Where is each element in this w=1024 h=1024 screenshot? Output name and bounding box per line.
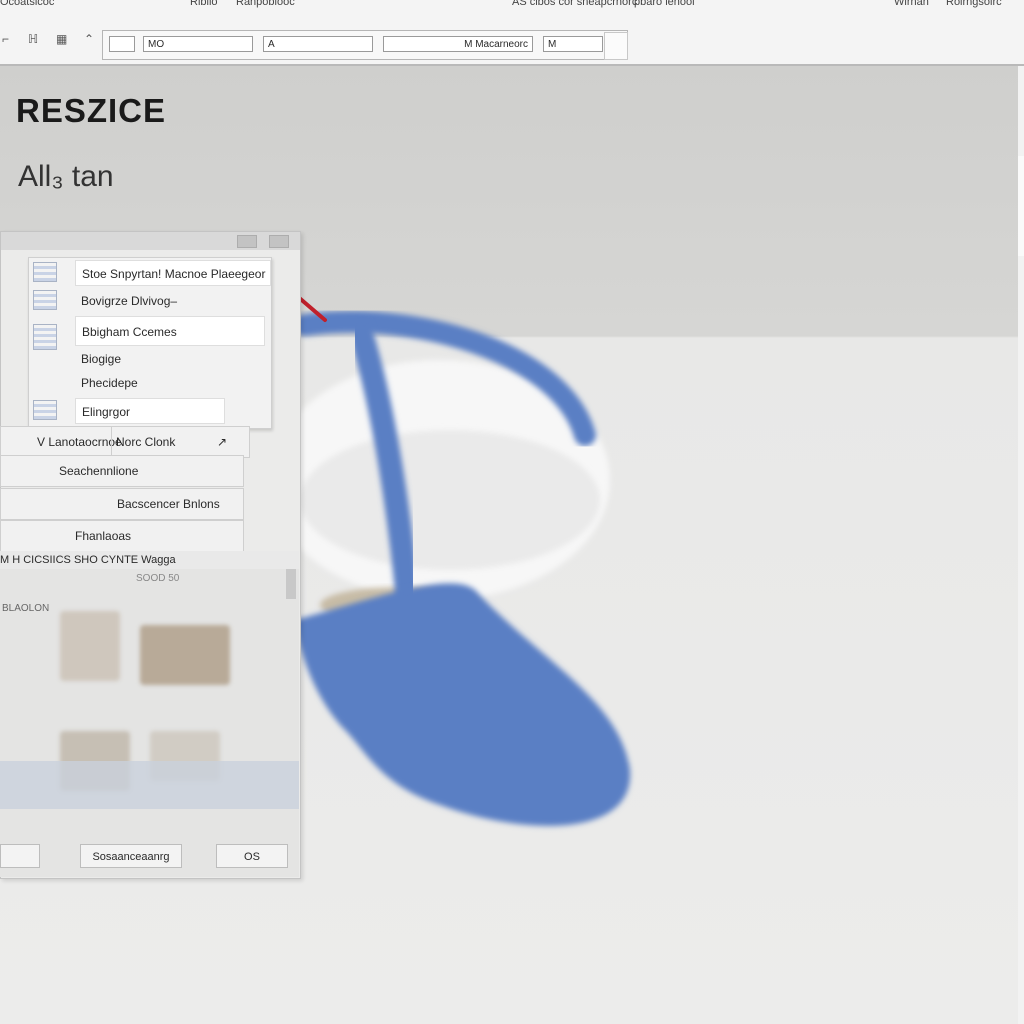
menu-item-5[interactable]: pbaro ienooi xyxy=(634,0,695,8)
menu-item-2[interactable]: Riblio xyxy=(190,0,218,8)
selection-band xyxy=(0,761,299,809)
thumbnail-image[interactable] xyxy=(60,611,120,681)
grid-icon[interactable]: ▦ xyxy=(56,32,67,46)
gallery-title: M H CICSIICS SHO CYNTE Wagga xyxy=(0,551,299,569)
dropdown-item-5[interactable]: Phecidepe xyxy=(75,370,265,396)
gallery-side-label: BLAOLON xyxy=(2,603,50,614)
thumbnail-gallery: M H CICSIICS SHO CYNTE Wagga SOOD 50 BLA… xyxy=(0,551,299,877)
formula-cell-4[interactable]: M xyxy=(543,36,603,52)
section-row-1-label: V Lanotaocrnoe xyxy=(37,435,122,449)
page-subtitle: All₃ tan xyxy=(18,160,114,193)
pin-icon[interactable]: ⌃ xyxy=(84,32,94,46)
dropdown-item-3[interactable]: Bbigham Ccemes xyxy=(75,316,265,346)
table-icon xyxy=(33,262,57,282)
edit-icon[interactable]: ↗ xyxy=(217,427,227,457)
section-row-4[interactable]: Fhanlaoas xyxy=(0,520,244,552)
undo-icon[interactable]: ⌐ xyxy=(2,32,9,46)
formula-cell-1[interactable]: MO xyxy=(143,36,253,52)
dropdown-item-1[interactable]: Stoe Snpyrtan! Macnoe Plaeegeor xyxy=(75,260,271,286)
scrollbar-thumb[interactable] xyxy=(1018,156,1024,256)
name-box[interactable] xyxy=(109,36,135,52)
panel-minimize-button[interactable] xyxy=(237,235,257,248)
format-icon[interactable]: ℍ xyxy=(28,32,38,46)
menu-item-6[interactable]: Wirnan xyxy=(894,0,929,8)
page-title: RESZICE xyxy=(16,92,167,129)
menu-item-3[interactable]: Ranpoblooc xyxy=(236,0,295,8)
formula-bar[interactable]: MO A M Macarneorc M xyxy=(102,30,628,60)
dropdown-item-2[interactable]: Bovigrze Dlvivog– xyxy=(75,288,265,314)
product-illustration xyxy=(290,310,631,826)
gallery-caption: SOOD 50 xyxy=(136,573,180,584)
section-row-1-value: Norc Clonk xyxy=(111,427,175,457)
formula-cell-2[interactable]: A xyxy=(263,36,373,52)
ribbon-toolbar: Ocoatsicoc Riblio Ranpoblooc AS cibos co… xyxy=(0,0,1024,66)
section-row-2[interactable]: Seachennlione xyxy=(0,455,244,487)
section-row-1[interactable]: V Lanotaocrnoe Norc Clonk ↗ xyxy=(0,426,250,458)
gallery-insert-button[interactable]: Sosaanceaanrg xyxy=(80,844,182,868)
section-row-3[interactable]: Bacscencer Bnlons xyxy=(0,488,244,520)
formula-cell-3[interactable]: M Macarneorc xyxy=(383,36,533,52)
blue-spout-shape xyxy=(295,583,631,826)
image-icon xyxy=(33,400,57,420)
gallery-back-button[interactable] xyxy=(0,844,40,868)
vertical-scrollbar[interactable] xyxy=(1018,66,1024,1024)
chart-icon xyxy=(33,290,57,310)
bowl-rim-shape xyxy=(300,430,600,570)
insert-dropdown-menu: Stoe Snpyrtan! Macnoe Plaeegeor Bovigrze… xyxy=(28,257,272,429)
panel-header xyxy=(1,232,300,250)
menu-item-4[interactable]: AS cibos cor sneapcrnorc xyxy=(512,0,637,8)
menu-item-7[interactable]: Roirngsoirc xyxy=(946,0,1002,8)
panel-close-button[interactable] xyxy=(269,235,289,248)
layout-icon xyxy=(33,324,57,350)
dropdown-item-6[interactable]: Elingrgor xyxy=(75,398,225,424)
menu-item-1[interactable]: Ocoatsicoc xyxy=(0,0,54,8)
thumbnail-image[interactable] xyxy=(140,625,230,685)
gallery-ok-button[interactable]: OS xyxy=(216,844,288,868)
gallery-scrollbar[interactable] xyxy=(286,569,296,599)
menu-bar: Ocoatsicoc Riblio Ranpoblooc AS cibos co… xyxy=(0,0,1024,22)
dropdown-item-4[interactable]: Biogige xyxy=(75,346,265,372)
fx-icon[interactable] xyxy=(604,32,628,60)
